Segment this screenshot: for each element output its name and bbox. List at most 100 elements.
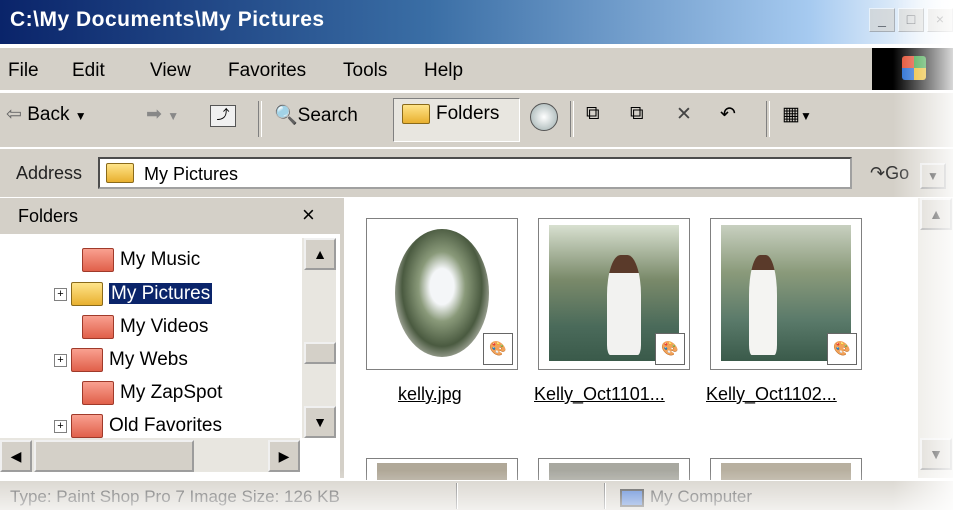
scroll-down-button[interactable]: ▼ (304, 406, 336, 438)
arrow-right-icon: ▶ (278, 448, 290, 464)
history-icon (530, 103, 558, 131)
tree-item-label: My Videos (120, 316, 209, 338)
search-button[interactable]: 🔍Search (274, 103, 358, 127)
file-name-kelly-oct1102[interactable]: Kelly_Oct1102... (706, 384, 837, 405)
file-view-scrollbar[interactable]: ▲ ▼ (918, 198, 953, 478)
address-value: My Pictures (144, 164, 239, 184)
toolbar-separator (570, 101, 574, 137)
back-arrow-icon: ⇦ (6, 104, 22, 125)
paint-shop-pro-icon: 🎨 (655, 333, 685, 365)
tree-item-label: My Webs (109, 349, 188, 371)
tree-item-my-music[interactable]: My Music (82, 248, 200, 272)
scroll-up-button[interactable]: ▲ (304, 238, 336, 270)
window-controls: _ □ × (869, 8, 953, 32)
folders-button[interactable]: Folders (402, 103, 499, 125)
folders-horizontal-scrollbar[interactable]: ◀ ▶ (0, 438, 300, 472)
folders-vertical-scrollbar[interactable]: ▲ ▼ (302, 238, 336, 438)
views-grid-icon: ▦ (782, 104, 800, 125)
file-name-kelly-oct1101[interactable]: Kelly_Oct1101... (534, 384, 665, 405)
delete-button[interactable]: ✕ (676, 103, 692, 126)
standard-toolbar: ⇦ Back ▼ ➡ ▼ ⤴ 🔍Search Folders ⧉ ⧉ ✕ ↶ ▦… (0, 92, 953, 147)
close-button[interactable]: × (927, 8, 953, 32)
expand-icon[interactable]: + (54, 287, 67, 301)
scroll-up-button[interactable]: ▲ (920, 198, 952, 230)
folders-label: Folders (436, 103, 500, 124)
arrow-up-icon: ▲ (313, 246, 327, 262)
move-to-button[interactable]: ⧉ (586, 103, 600, 125)
tree-item-my-videos[interactable]: My Videos (82, 315, 208, 339)
tree-item-label: My Pictures (107, 282, 214, 306)
tree-item-old-favorites[interactable]: + Old Favorites (54, 414, 222, 438)
folders-pane-close-button[interactable]: × (302, 202, 315, 228)
tree-item-label: My ZapSpot (120, 382, 223, 404)
folder-icon (71, 414, 103, 438)
file-view: 🎨 kelly.jpg 🎨 Kelly_Oct1101... 🎨 Kelly_O… (346, 198, 953, 488)
status-zone: My Computer (620, 487, 752, 507)
delete-icon: ✕ (676, 104, 692, 125)
scroll-left-button[interactable]: ◀ (0, 440, 32, 472)
status-text: Type: Paint Shop Pro 7 Image Size: 126 K… (10, 487, 340, 506)
history-button[interactable] (530, 103, 558, 137)
bride-photo-icon (395, 229, 489, 357)
address-input[interactable]: My Pictures ▼ (98, 157, 946, 189)
windows-logo (872, 48, 953, 90)
expand-icon[interactable]: + (54, 419, 67, 433)
chevron-down-icon: ▼ (799, 109, 812, 123)
menu-tools[interactable]: Tools (343, 60, 387, 82)
paint-shop-pro-icon: 🎨 (827, 333, 857, 365)
toolbar-separator (258, 101, 262, 137)
bride-figure-icon (749, 255, 777, 355)
arrow-up-icon: ▲ (929, 206, 943, 222)
address-dropdown-button[interactable]: ▼ (920, 163, 946, 189)
views-button[interactable]: ▦▼ (782, 103, 812, 126)
title-bar[interactable]: C:\My Documents\My Pictures _ □ × (0, 0, 953, 44)
minimize-button[interactable]: _ (869, 8, 895, 32)
maximize-button[interactable]: □ (898, 8, 924, 32)
chevron-down-icon: ▼ (167, 109, 180, 123)
go-button[interactable]: ↷Go (870, 163, 909, 184)
thumbnail-kelly-oct1101[interactable]: 🎨 (538, 218, 690, 370)
copy-to-icon: ⧉ (630, 103, 644, 124)
undo-button[interactable]: ↶ (720, 103, 736, 126)
folder-icon (71, 348, 103, 372)
file-name-kelly-jpg[interactable]: kelly.jpg (398, 384, 462, 405)
horizontal-scroll-thumb[interactable] (34, 440, 194, 472)
toolbar-separator (766, 101, 770, 137)
back-label: Back (27, 104, 70, 125)
menu-view[interactable]: View (150, 60, 191, 82)
folder-icon (82, 315, 114, 339)
move-to-icon: ⧉ (586, 103, 600, 124)
undo-icon: ↶ (720, 104, 736, 125)
status-bar: Type: Paint Shop Pro 7 Image Size: 126 K… (0, 480, 953, 510)
scroll-down-button[interactable]: ▼ (920, 438, 952, 470)
thumbnail-kelly-jpg[interactable]: 🎨 (366, 218, 518, 370)
thumbnail-kelly-oct1102[interactable]: 🎨 (710, 218, 862, 370)
folders-pane-header: Folders × (0, 198, 340, 234)
tree-item-my-webs[interactable]: + My Webs (54, 348, 188, 372)
back-button[interactable]: ⇦ Back ▼ (6, 103, 87, 126)
forward-button[interactable]: ➡ ▼ (146, 103, 179, 126)
up-folder-button[interactable]: ⤴ (210, 103, 236, 127)
scroll-right-button[interactable]: ▶ (268, 440, 300, 472)
address-bar: Address My Pictures ▼ ↷Go (0, 148, 953, 197)
tree-item-my-zapspot[interactable]: My ZapSpot (82, 381, 222, 405)
folder-icon (82, 248, 114, 272)
explorer-window: C:\My Documents\My Pictures _ □ × File E… (0, 0, 953, 510)
menu-favorites[interactable]: Favorites (228, 60, 306, 82)
search-label: Search (297, 105, 358, 126)
menu-file[interactable]: File (8, 60, 39, 82)
folders-icon (402, 103, 430, 124)
folder-icon (82, 381, 114, 405)
menu-edit[interactable]: Edit (72, 60, 105, 82)
copy-to-button[interactable]: ⧉ (630, 103, 644, 125)
expand-icon[interactable]: + (54, 353, 67, 367)
menu-help[interactable]: Help (424, 60, 463, 82)
menu-bar: File Edit View Favorites Tools Help (0, 48, 953, 90)
scroll-thumb[interactable] (304, 342, 336, 364)
tree-item-my-pictures[interactable]: + My Pictures (54, 282, 214, 306)
arrow-down-icon: ▼ (929, 446, 943, 462)
chevron-down-icon: ▼ (927, 169, 939, 183)
tree-item-label: My Music (120, 249, 201, 271)
status-zone-label: My Computer (650, 487, 753, 506)
address-label: Address (16, 163, 83, 183)
